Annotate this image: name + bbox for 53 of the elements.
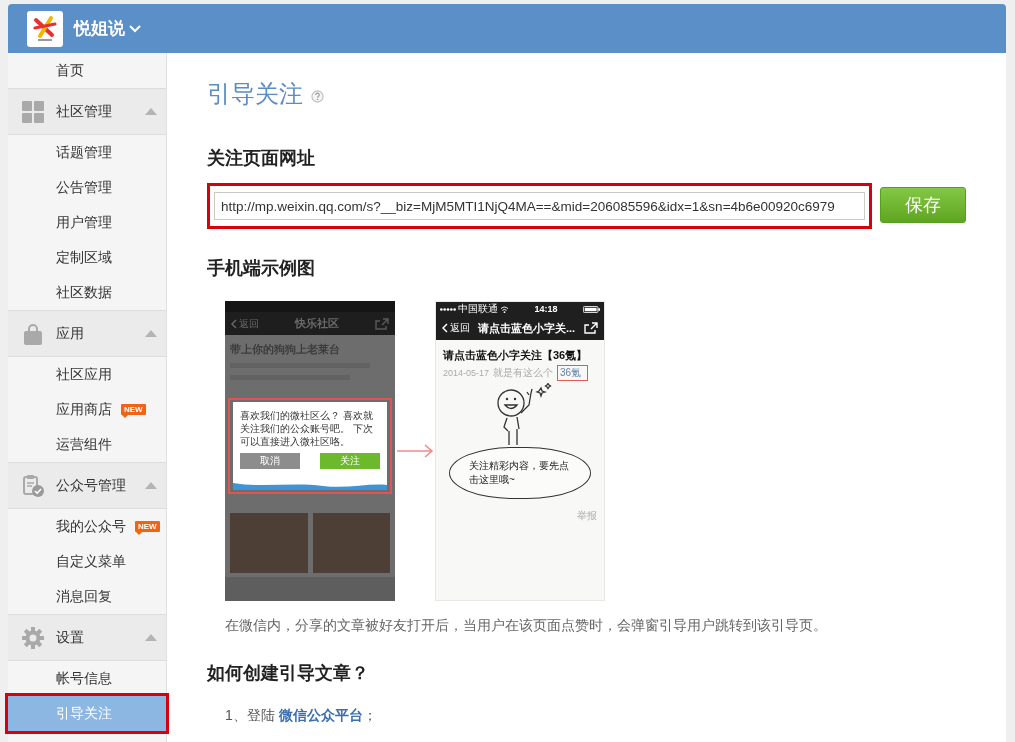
status-time: 14:18 [534, 303, 558, 316]
bubble-text: 关注精彩内容，要先点击这里哦~ [469, 459, 570, 487]
sidebar-item[interactable]: 消息回复 [8, 579, 166, 614]
carrier-name: 中国联通 [458, 302, 498, 316]
sidebar-item[interactable]: 我的公众号 NEW [8, 509, 166, 544]
back-label[interactable]: 返回 [450, 321, 470, 335]
nav-title: 请点击蓝色小字关... [478, 320, 576, 336]
grid-icon [22, 100, 44, 123]
signal-dots-icon [440, 307, 456, 311]
sidebar-group-header[interactable]: 应用 [8, 310, 166, 357]
sidebar-item[interactable]: 定制区域 [8, 240, 166, 275]
gear-icon [22, 626, 44, 649]
sidebar-group-header[interactable]: 设置 [8, 614, 166, 661]
sidebar-item[interactable]: 自定义菜单 [8, 544, 166, 579]
sidebar-item[interactable]: 帐号信息 [8, 661, 166, 696]
sidebar-item[interactable]: 社区数据 [8, 275, 166, 310]
wifi-icon [500, 305, 509, 313]
back-label: 返回 [239, 316, 259, 331]
logo-icon [27, 10, 63, 47]
new-badge: NEW [121, 404, 146, 415]
new-badge: NEW [135, 521, 160, 532]
right-arrow-icon [396, 444, 434, 458]
sidebar-item[interactable]: 用户管理 [8, 205, 166, 240]
clipboard-check-icon [22, 474, 44, 497]
article-author: 就是有这么个 [493, 367, 554, 379]
page-title: 引导关注 [207, 79, 303, 109]
article-date: 2014-05-17 [443, 367, 490, 379]
back-chevron-icon[interactable] [442, 323, 448, 333]
section-heading: 如何创建引导文章？ [207, 662, 370, 685]
nav-title: 快乐社区 [295, 316, 339, 331]
lock-icon [22, 322, 44, 345]
back-chevron-icon [231, 318, 237, 329]
sidebar-group-header[interactable]: 社区管理 [8, 88, 166, 135]
share-icon[interactable] [584, 322, 598, 334]
sidebar-item[interactable]: 运营组件 [8, 427, 166, 462]
sidebar-group-header[interactable]: 公众号管理 [8, 462, 166, 509]
platform-link[interactable]: 微信公众平台 [278, 707, 363, 723]
section-heading: 手机端示例图 [207, 257, 316, 280]
sidebar-item[interactable]: 首页 [8, 53, 166, 88]
account-link[interactable]: 36氪 [560, 367, 582, 378]
caption-text: 在微信内，分享的文章被好友打开后，当用户在该页面点赞时，会弹窗引导用户跳转到该引导页。 [225, 617, 828, 635]
section-heading: 关注页面网址 [207, 147, 316, 170]
url-input[interactable]: http://mp.weixin.qq.com/s?__biz=MjM5MTI1NjQ4MA==&mid=206085596&idx=1&sn=4b6e00920c6979 [214, 192, 865, 220]
article-title: 请点击蓝色小字关注【36氪】 [443, 348, 589, 362]
sidebar-item[interactable]: 话题管理 [8, 135, 166, 170]
sidebar-item[interactable]: 社区应用 [8, 357, 166, 392]
share-icon [375, 317, 389, 330]
sidebar-item[interactable]: 应用商店 NEW [8, 392, 166, 427]
dialog-text: 喜欢我们的微社区么？ 喜欢就关注我们的公众账号吧。 下次可以直接进入微社区咯。 [240, 409, 374, 448]
chevron-down-icon[interactable] [129, 24, 141, 33]
battery-icon [583, 305, 600, 313]
sidebar-item[interactable]: 公告管理 [8, 170, 166, 205]
step-text: 1、登陆 微信公众平台； [225, 706, 378, 725]
